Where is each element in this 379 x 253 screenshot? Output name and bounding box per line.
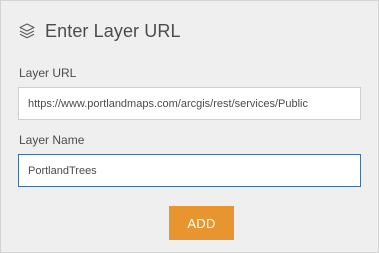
layer-name-label: Layer Name <box>19 133 85 147</box>
layer-url-input[interactable] <box>18 87 361 120</box>
add-button[interactable]: ADD <box>169 206 234 240</box>
panel-header: Enter Layer URL <box>18 20 181 42</box>
layers-icon <box>18 22 36 40</box>
add-layer-panel: Enter Layer URL Layer URL Layer Name ADD <box>0 0 379 253</box>
panel-title: Enter Layer URL <box>45 20 181 41</box>
layer-name-input[interactable] <box>18 154 361 187</box>
layer-url-label: Layer URL <box>19 66 77 80</box>
